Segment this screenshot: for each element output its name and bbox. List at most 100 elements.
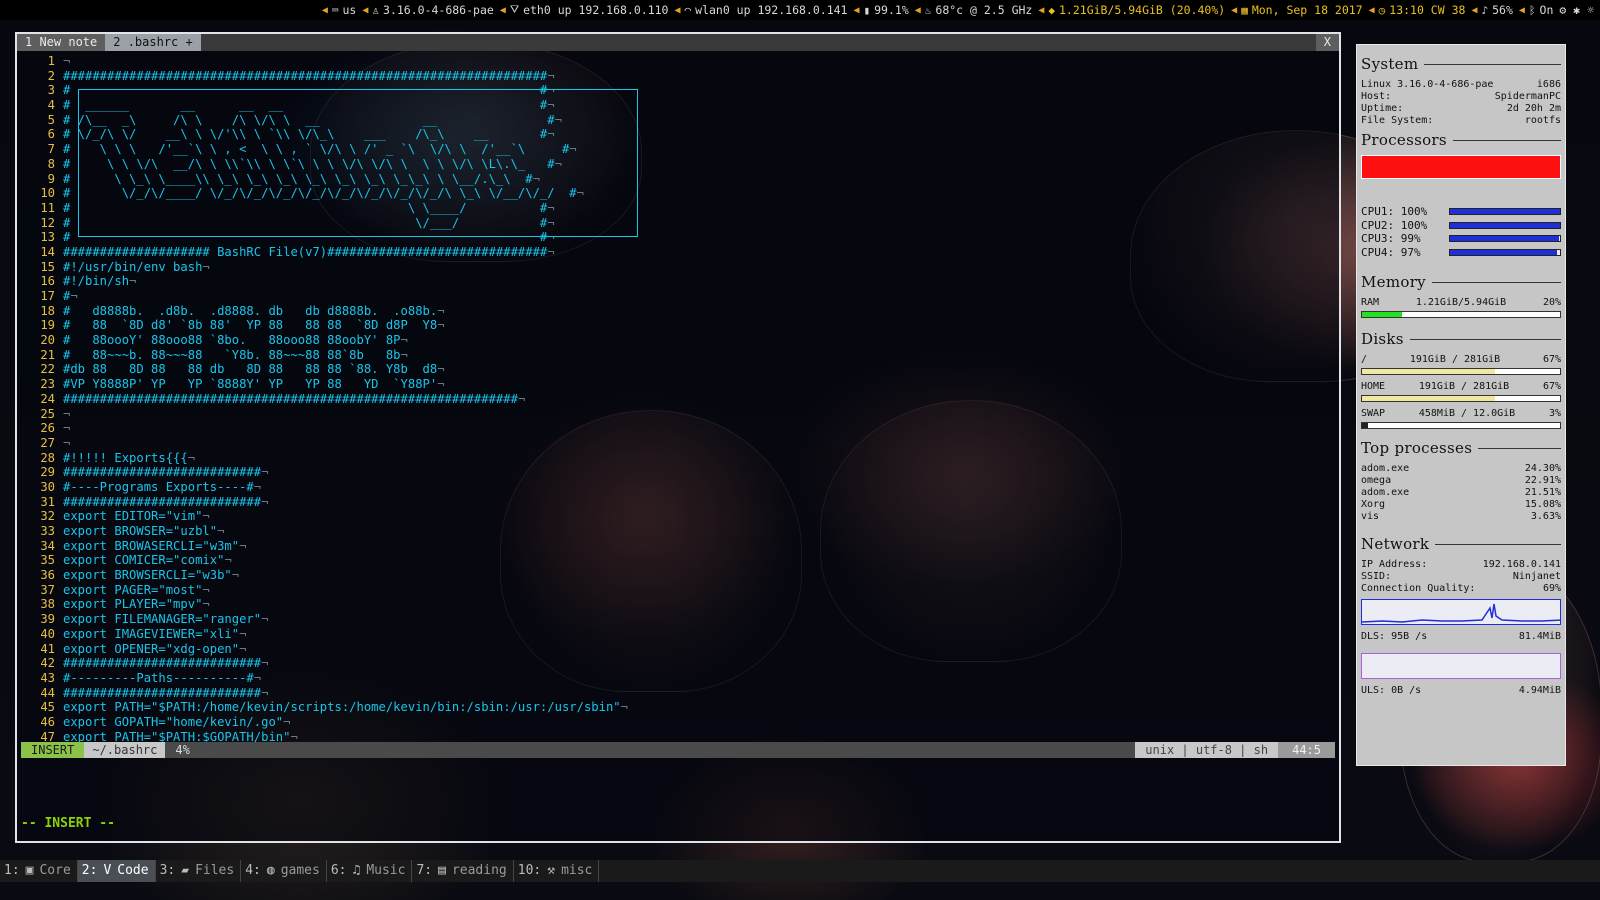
editor-line[interactable]: 35 export COMICER="comix" ¬ [17,553,1339,568]
segment-text: 68°c @ 2.5 GHz [935,3,1033,17]
close-tab-button[interactable]: X [1315,34,1339,51]
editor-line[interactable]: 29 ########################### ¬ [17,465,1339,480]
info-key: omega [1361,475,1392,486]
editor-line[interactable]: 16 #!/bin/sh ¬ [17,274,1339,289]
segment-text: eth0 up 192.168.0.110 [523,3,669,17]
line-text: export PLAYER="mpv" [63,597,203,612]
info-row: Linux 3.16.0-4-686-pae i686 [1361,79,1561,91]
line-number: 35 [40,553,55,568]
editor-line[interactable]: 21 # 88~~~b. 88~~~88 `Y8b. 88~~~88 88`8b … [17,348,1339,363]
eol-marker-icon: ¬ [400,347,408,362]
info-key: Host: [1361,91,1392,102]
editor-line[interactable]: 32 export EDITOR="vim" ¬ [17,509,1339,524]
disk-usage-bar [1361,368,1561,375]
status-segment: ◀ ♙ 3.16.0-4-686-pae [362,3,493,17]
editor-line[interactable]: 34 export BROWASERCLI="w3m" ¬ [17,539,1339,554]
calendar-icon: ▦ [1241,3,1248,17]
vim-statusline: INSERT ~/.bashrc 4% unix | utf-8 | sh 44… [21,742,1335,758]
tab-bashrc[interactable]: 2 .bashrc + [105,34,201,51]
line-number: 41 [40,641,55,656]
segment-arrow-icon: ◀ [1518,4,1525,16]
editor-line[interactable]: 43 #---------Paths----------# ¬ [17,671,1339,686]
line-number: 32 [40,509,55,524]
workspace-music[interactable]: 6: ♫ Music [327,860,413,882]
disk-value: 191GiB / 281GiB [1409,354,1501,365]
cpu-row: CPU1: 100% [1361,205,1561,219]
editor-line[interactable]: 38 export PLAYER="mpv" ¬ [17,597,1339,612]
line-text: # [63,289,71,303]
tray-icons[interactable]: ⚙ ✱ ☼ [1559,3,1594,17]
download-total: 81.4MiB [1518,631,1561,642]
editor-line[interactable]: 25 ¬ [17,407,1339,422]
editor-line[interactable]: 19 # 88 `8D d8' `8b 88' YP 88 88 88 `8D d… [17,318,1339,333]
eol-marker-icon: ¬ [261,685,269,700]
editor-line[interactable]: 15 #!/usr/bin/env bash ¬ [17,260,1339,275]
segment-arrow-icon: ◀ [362,4,369,16]
editor-line[interactable]: 1 ¬ [17,54,1339,69]
segment-text: 99.1% [874,3,909,17]
editor-line[interactable]: 46 export GOPATH="home/kevin/.go" ¬ [17,715,1339,730]
editor-line[interactable]: 17 # ¬ [17,289,1339,304]
line-number: 17 [40,289,55,303]
info-row: Connection Quality: 69% [1361,583,1561,595]
disk-row: HOME 191GiB / 281GiB 67% [1361,381,1561,393]
workspace-core[interactable]: 1: ▣ Core [0,860,78,882]
workspace-code[interactable]: 2: V Code [77,860,156,882]
editor-line[interactable]: 26 ¬ [17,421,1339,436]
line-text: export EDITOR="vim" [63,509,203,524]
cpu-usage-bar [1449,235,1561,243]
wifi-icon: ◠ [684,3,692,17]
workspace-games[interactable]: 4: ◍ games [241,860,327,882]
eol-marker-icon: ¬ [437,362,445,377]
workspace-number: 10: [517,863,542,878]
editor-line[interactable]: 40 export IMAGEVIEWER="xli" ¬ [17,627,1339,642]
vim-tabline: 1 New note 2 .bashrc + X [17,34,1339,51]
editor-line[interactable]: 20 # 88oooY' 88ooo88 `8bo. 88ooo88 88oobY… [17,333,1339,348]
top-processes-section: Top processes adom.exe 24.30% omega 22.91% a… [1361,439,1561,523]
editor-line[interactable]: 39 export FILEMANAGER="ranger" ¬ [17,612,1339,627]
line-number: 25 [40,406,55,421]
eol-marker-icon: ¬ [239,538,247,553]
line-text: #!/usr/bin/env bash [63,259,203,274]
line-number: 6 [47,127,55,142]
info-value: i686 [1536,79,1561,90]
segment-text: 13:10 CW 38 [1389,3,1466,17]
info-key: SSID: [1361,571,1392,582]
segment-arrow-icon: ◀ [499,4,506,16]
editor-line[interactable]: 36 export BROWSERCLI="w3b" ¬ [17,568,1339,583]
editor-line[interactable]: 42 ########################### ¬ [17,656,1339,671]
editor-line[interactable]: 2 #######################################… [17,69,1339,84]
status-segment: ◀ ◷ 13:10 CW 38 [1369,3,1466,17]
eol-marker-icon: ¬ [437,377,445,392]
workspace-files[interactable]: 3: ▰ Files [156,860,242,882]
ethernet-icon: ⛛ [509,3,520,16]
disk-percent: 67% [1542,381,1561,392]
editor-line[interactable]: 22 #db 88 8D 88 88 db 8D 88 88 88 `88. Y8… [17,362,1339,377]
workspace-reading[interactable]: 7: ▤ reading [412,860,514,882]
editor-line[interactable]: 18 # d8888b. .d8b. .d8888. db db d8888b. … [17,304,1339,319]
editor-line[interactable]: 44 ########################### ¬ [17,686,1339,701]
editor-line[interactable]: 45 export PATH="$PATH:/home/kevin/scripts… [17,700,1339,715]
editor-line[interactable]: 28 #!!!!! Exports{{{¬ [17,451,1339,466]
tab-new-note[interactable]: 1 New note [17,34,106,51]
eol-marker-icon: ¬ [202,582,210,597]
editor-line[interactable]: 30 #----Programs Exports----# ¬ [17,480,1339,495]
section-title: Top processes [1361,439,1473,457]
line-text: # 88oooY' 88ooo88 `8bo. 88ooo88 88oobY' … [63,333,401,348]
eol-marker-icon: ¬ [63,406,71,421]
status-segment: ◀ ◆ 1.21GiB/5.94GiB (20.40%) [1038,3,1225,17]
info-row: IP Address: 192.168.0.141 [1361,559,1561,571]
editor-line[interactable]: 33 export BROWSER="uzbl" ¬ [17,524,1339,539]
vim-command-line[interactable]: -- INSERT -- [21,816,115,831]
editor-line[interactable]: 23 #VP Y8888P' YP YP `8888Y' YP YP 88 YD … [17,377,1339,392]
info-key: File System: [1361,115,1434,126]
editor-line[interactable]: 41 export OPENER="xdg-open" ¬ [17,642,1339,657]
vim-window[interactable]: 1 New note 2 .bashrc + X 1 ¬ 2 ############… [15,32,1341,843]
editor-line[interactable]: 37 export PAGER="most" ¬ [17,583,1339,598]
editor-line[interactable]: 27 ¬ [17,436,1339,451]
editor-line[interactable]: 24 ######################################… [17,392,1339,407]
editor-line[interactable]: 31 ########################### ¬ [17,495,1339,510]
editor-line[interactable]: 14 #################### BashRC File(v7)##… [17,245,1339,260]
workspace-misc[interactable]: 10: ⚒ misc [514,860,600,882]
clock-icon: ◷ [1378,3,1386,17]
